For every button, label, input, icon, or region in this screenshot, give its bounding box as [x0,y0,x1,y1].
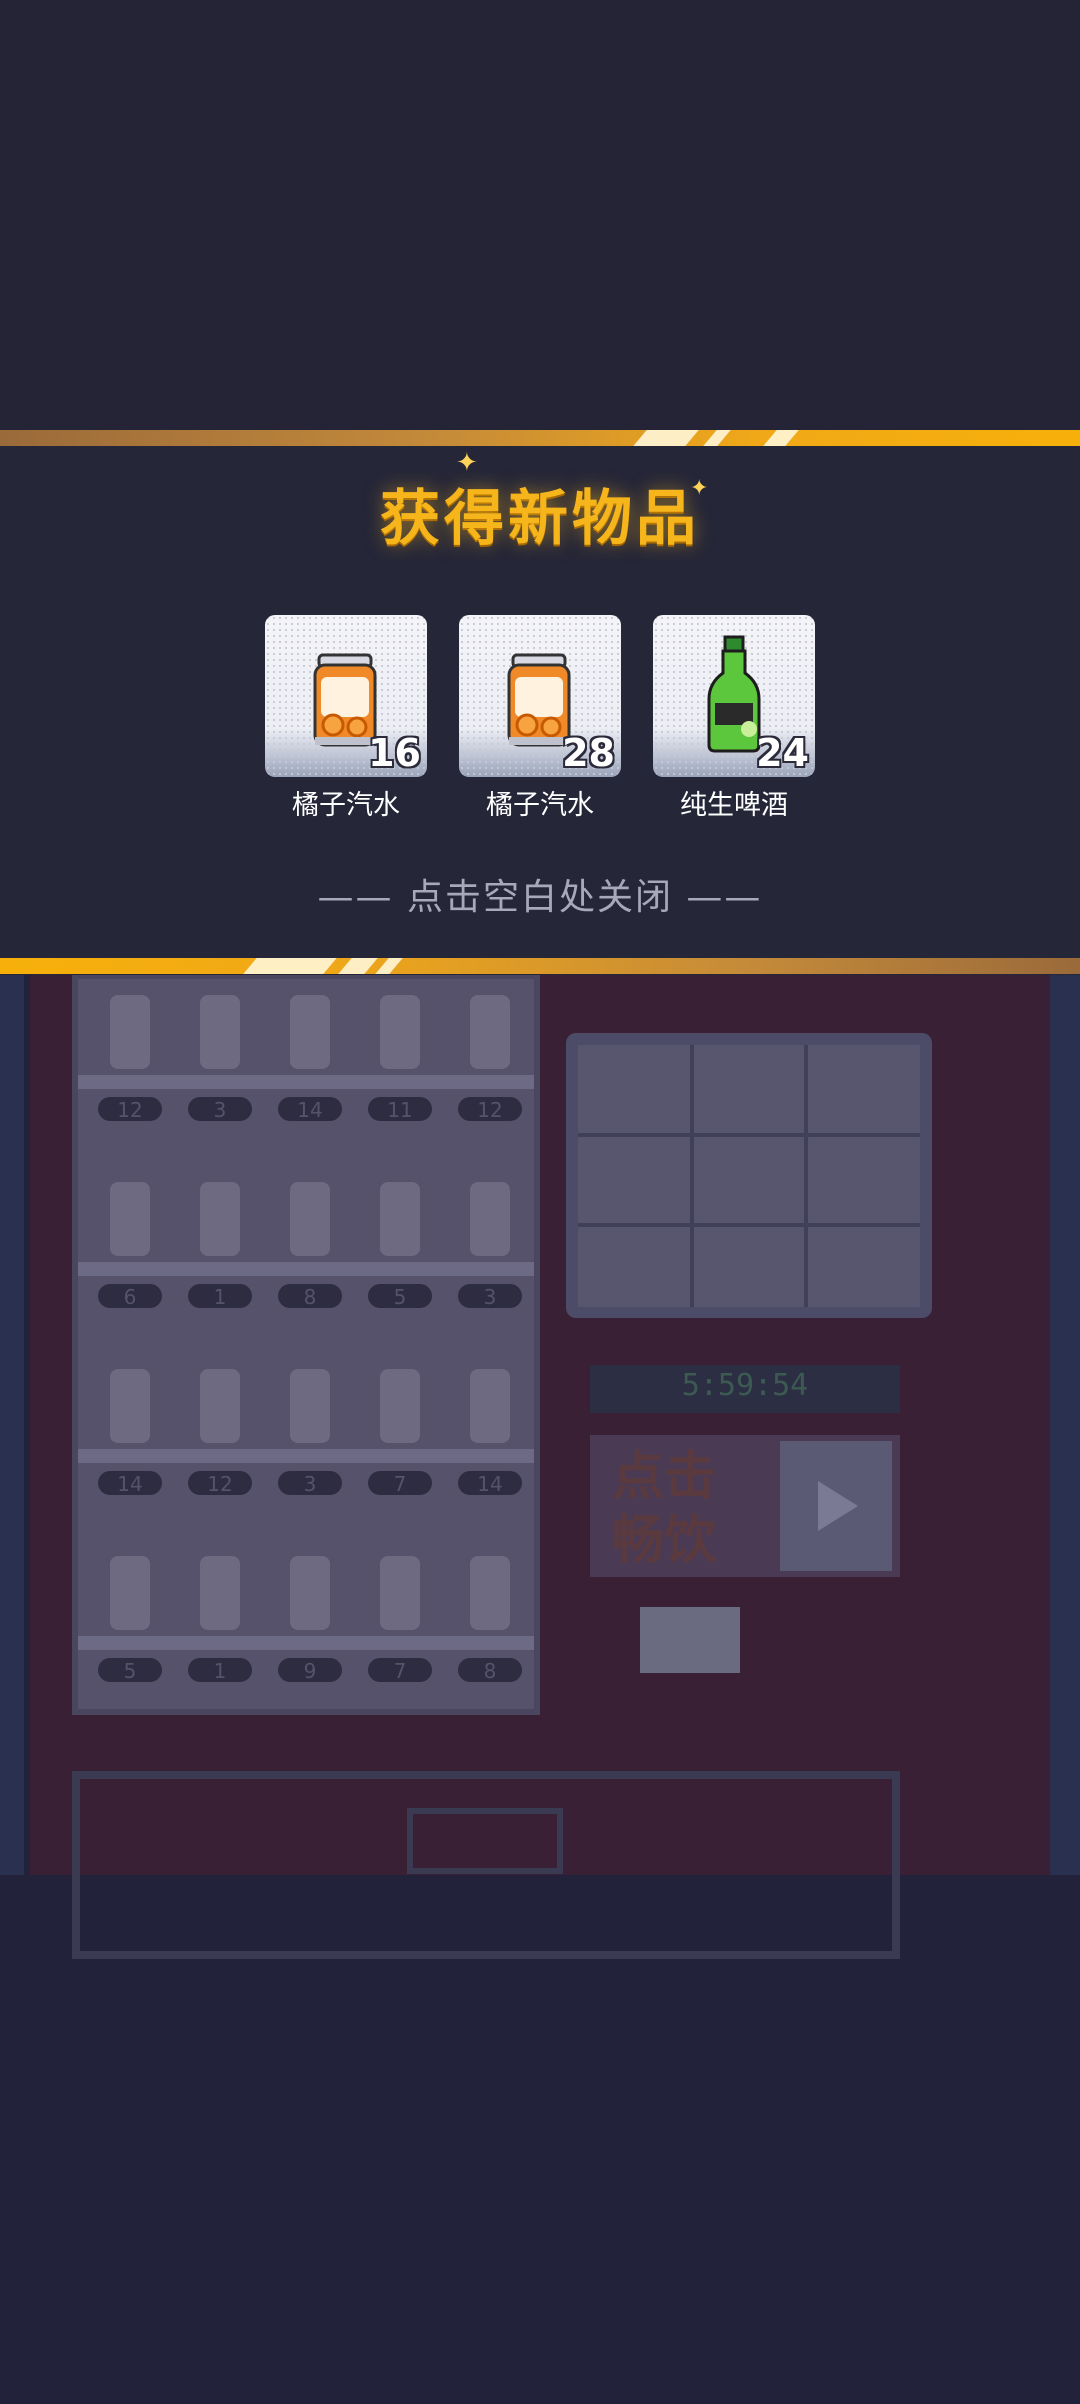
shelf [78,1262,534,1276]
drink-slot [470,1556,510,1630]
shelf-count: 1 [214,1659,227,1683]
shelf-count: 3 [304,1472,317,1496]
vending-machine-background: 12 3 14 11 12 6 1 8 5 3 14 12 3 7 14 5 1 9 7 8 5:59:54 点击畅饮 [0,975,1080,2400]
drink-slot [380,1556,420,1630]
item-name: 橘子汽水 [292,790,400,821]
drink-slot [290,1369,330,1443]
shelf-count: 14 [297,1098,322,1122]
item-count: 24 [756,731,809,775]
timer-display: 5:59:54 [681,1368,809,1403]
shelf-count: 8 [484,1659,497,1683]
drink-slot [200,1182,240,1256]
shelf-count: 14 [117,1472,142,1496]
drink-slot [290,1182,330,1256]
item-card: 28 [459,615,621,777]
reward-items: 16 橘子汽水 28 橘子汽水 24 纯生啤酒 [265,615,815,822]
drink-slot [110,1182,150,1256]
drink-slot [200,1556,240,1630]
shelf-count: 5 [124,1659,137,1683]
shelf-count: 12 [117,1098,142,1122]
shelf-count: 12 [207,1472,232,1496]
item-name: 橘子汽水 [486,790,594,821]
shelf-count: 14 [477,1472,502,1496]
shelf-count: 3 [484,1285,497,1309]
drink-slot [470,1369,510,1443]
item-card: 16 [265,615,427,777]
drink-slot [380,995,420,1069]
shelf-count: 12 [477,1098,502,1122]
reward-item[interactable]: 24 纯生啤酒 [653,615,815,822]
overlay-top[interactable] [0,0,1080,430]
reward-item[interactable]: 28 橘子汽水 [459,615,621,822]
item-count: 28 [562,731,615,775]
top-stripe [0,430,1080,446]
shelf-count: 9 [304,1659,317,1683]
item-count: 16 [368,731,421,775]
drink-slot [470,1182,510,1256]
shelf [78,1636,534,1650]
drink-slot [200,995,240,1069]
drink-slot [470,995,510,1069]
item-card: 24 [653,615,815,777]
drink-slot [110,995,150,1069]
shelf-count: 3 [214,1098,227,1122]
shelf-count: 5 [394,1285,407,1309]
shelf-count: 11 [387,1098,412,1122]
shelf-count: 6 [124,1285,137,1309]
shelf [78,1075,534,1089]
drink-slot [110,1556,150,1630]
drink-slot [290,995,330,1069]
shelf-count: 1 [214,1285,227,1309]
drink-slot [110,1369,150,1443]
close-hint[interactable]: —— 点击空白处关闭 —— [0,868,1080,920]
drink-slot [290,1556,330,1630]
drink-slot [200,1369,240,1443]
shelf-count: 7 [394,1659,407,1683]
shelf-count: 7 [394,1472,407,1496]
drink-slot [380,1182,420,1256]
shelf [78,1449,534,1463]
reward-item[interactable]: 16 橘子汽水 [265,615,427,822]
bottom-stripe [0,958,1080,974]
drink-slot [380,1369,420,1443]
item-name: 纯生啤酒 [680,790,788,821]
shelf-count: 8 [304,1285,317,1309]
popup-title: 获得新物品 [380,484,700,554]
drink-ad-button: 点击畅饮 [612,1447,717,1571]
